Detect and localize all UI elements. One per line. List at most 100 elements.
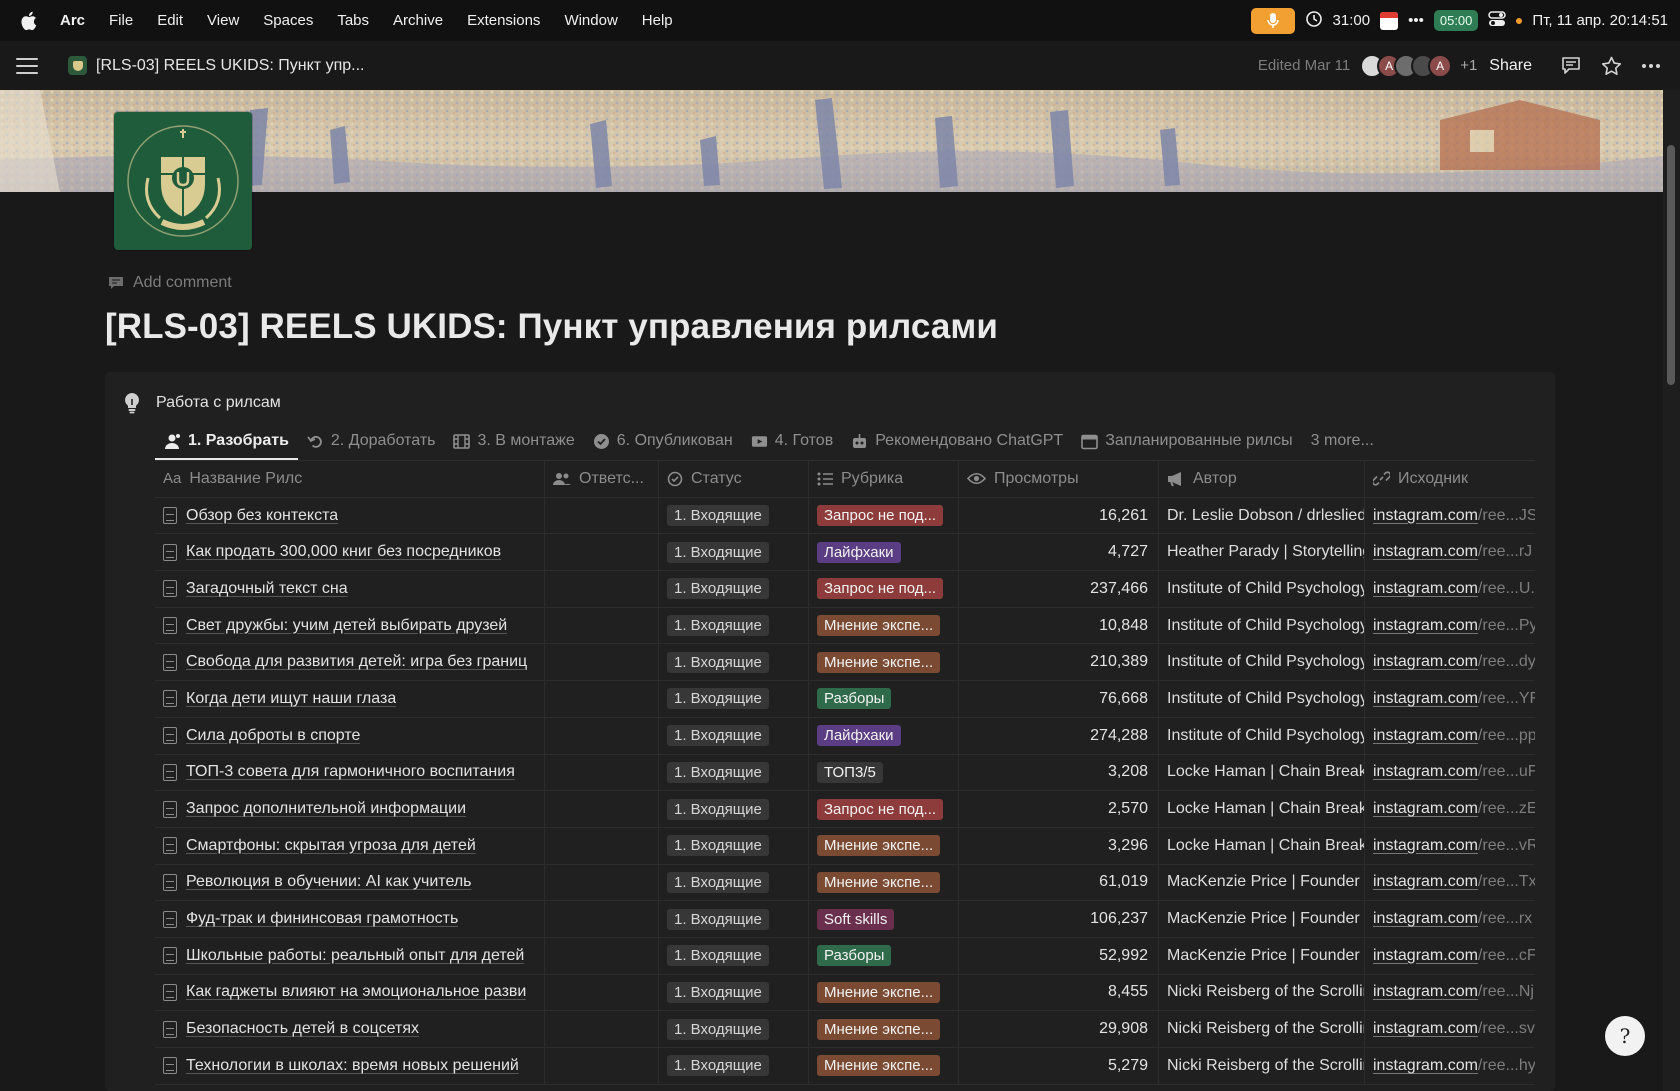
cell-author[interactable]: Dr. Leslie Dobson / drleslied xyxy=(1159,497,1365,534)
source-link-path[interactable]: /ree...cF xyxy=(1478,947,1535,965)
cell-status[interactable]: 1. Входящие xyxy=(659,717,809,754)
source-link-path[interactable]: /ree...uF xyxy=(1478,763,1535,781)
cell-title[interactable]: Загадочный текст сна xyxy=(155,571,545,607)
cell-rubric[interactable]: Мнение экспе... xyxy=(809,1048,959,1084)
reel-title[interactable]: Обзор без контекста xyxy=(186,507,338,525)
microphone-icon[interactable] xyxy=(1250,7,1295,34)
cell-source[interactable]: instagram.com/ree...Nj xyxy=(1365,975,1535,1011)
menu-help[interactable]: Help xyxy=(642,12,673,29)
cell-views[interactable]: 8,455 xyxy=(959,974,1159,1011)
collaborator-avatars[interactable]: A A xyxy=(1360,53,1453,78)
cell-source[interactable]: instagram.com/ree...cF xyxy=(1365,938,1535,974)
source-link-path[interactable]: /ree...U. xyxy=(1478,580,1535,598)
reel-title[interactable]: Фуд-трак и фининсовая грамотность xyxy=(186,910,458,928)
cell-views[interactable]: 4,727 xyxy=(959,534,1159,571)
cell-rubric[interactable]: Запрос не под... xyxy=(809,791,959,827)
cell-source[interactable]: instagram.com/ree...Py xyxy=(1365,608,1535,644)
reel-title[interactable]: ТОП-3 совета для гармоничного воспитания xyxy=(186,763,515,781)
cell-title[interactable]: Обзор без контекста xyxy=(155,497,545,534)
reel-title[interactable]: Запрос дополнительной информации xyxy=(186,800,466,818)
reel-title[interactable]: Технологии в школах: время новых решений xyxy=(186,1057,519,1075)
cell-responsible[interactable] xyxy=(545,791,659,827)
cell-author[interactable]: Heather Parady | Storytelling xyxy=(1159,534,1365,571)
cell-rubric[interactable]: Лайфхаки xyxy=(809,717,959,754)
cell-views[interactable]: 5,279 xyxy=(959,1048,1159,1084)
menu-extensions[interactable]: Extensions xyxy=(467,12,540,29)
cell-source[interactable]: instagram.com/ree...rJ xyxy=(1365,534,1535,570)
source-link-path[interactable]: /ree...JS xyxy=(1478,507,1535,525)
cell-views[interactable]: 76,668 xyxy=(959,681,1159,717)
cell-rubric[interactable]: Мнение экспе... xyxy=(809,607,959,644)
table-row[interactable]: Школьные работы: реальный опыт для детей… xyxy=(155,937,1535,975)
menu-arc[interactable]: Arc xyxy=(60,12,85,29)
add-comment-button[interactable]: Add comment xyxy=(108,274,232,292)
source-link-domain[interactable]: instagram.com xyxy=(1373,507,1478,525)
cell-status[interactable]: 1. Входящие xyxy=(659,681,809,717)
help-button[interactable]: ? xyxy=(1605,1016,1645,1056)
table-row[interactable]: Технологии в школах: время новых решений… xyxy=(155,1048,1535,1085)
reel-title[interactable]: Безопасность детей в соцсетях xyxy=(186,1020,419,1038)
cell-author[interactable]: Institute of Child Psychology xyxy=(1159,644,1365,681)
cell-responsible[interactable] xyxy=(545,497,659,534)
cell-views[interactable]: 3,296 xyxy=(959,827,1159,864)
reel-title[interactable]: Свобода для развития детей: игра без гра… xyxy=(186,653,527,671)
cell-source[interactable]: instagram.com/ree...YF xyxy=(1365,681,1535,717)
cell-responsible[interactable] xyxy=(545,901,659,937)
cell-status[interactable]: 1. Входящие xyxy=(659,864,809,901)
tab-zaplanirovannye[interactable]: Запланированные рилсы xyxy=(1072,422,1301,460)
cell-title[interactable]: Сила доброты в спорте xyxy=(155,717,545,754)
page-title[interactable]: [RLS-03] REELS UKIDS: Пункт управления р… xyxy=(105,307,998,347)
cell-title[interactable]: Как гаджеты влияют на эмоциональное разв… xyxy=(155,974,545,1011)
more-options-icon[interactable] xyxy=(1640,55,1662,77)
cell-status[interactable]: 1. Входящие xyxy=(659,607,809,644)
cell-views[interactable]: 10,848 xyxy=(959,607,1159,644)
cell-responsible[interactable] xyxy=(545,1011,659,1047)
source-link-domain[interactable]: instagram.com xyxy=(1373,800,1478,818)
table-row[interactable]: Сила доброты в спорте 1. Входящие Лайфхаки… xyxy=(155,717,1535,755)
reel-title[interactable]: Загадочный текст сна xyxy=(186,580,348,598)
cell-author[interactable]: Locke Haman | Chain Breaker xyxy=(1159,827,1365,864)
cell-rubric[interactable]: Разборы xyxy=(809,681,959,717)
cell-rubric[interactable]: Мнение экспе... xyxy=(809,864,959,901)
cell-title[interactable]: Школьные работы: реальный опыт для детей xyxy=(155,937,545,974)
comments-icon[interactable] xyxy=(1560,55,1582,77)
reel-title[interactable]: Как гаджеты влияют на эмоциональное разв… xyxy=(186,983,526,1001)
cell-source[interactable]: instagram.com/ree...U. xyxy=(1365,571,1535,607)
column-header-author[interactable]: Автор xyxy=(1159,461,1365,497)
source-link-domain[interactable]: instagram.com xyxy=(1373,1057,1478,1075)
cell-status[interactable]: 1. Входящие xyxy=(659,571,809,607)
tab-gotov[interactable]: 4. Готов xyxy=(742,422,842,460)
source-link-domain[interactable]: instagram.com xyxy=(1373,690,1478,708)
cell-views[interactable]: 106,237 xyxy=(959,901,1159,937)
source-link-domain[interactable]: instagram.com xyxy=(1373,763,1478,781)
cell-author[interactable]: Institute of Child Psychology xyxy=(1159,681,1365,717)
source-link-path[interactable]: /ree...vR xyxy=(1478,837,1535,855)
cell-author[interactable]: Locke Haman | Chain Breaker xyxy=(1159,791,1365,827)
cell-responsible[interactable] xyxy=(545,717,659,754)
table-row[interactable]: Смартфоны: скрытая угроза для детей 1. Вх… xyxy=(155,827,1535,865)
source-link-domain[interactable]: instagram.com xyxy=(1373,837,1478,855)
cell-source[interactable]: instagram.com/ree...uF xyxy=(1365,755,1535,791)
column-header-source[interactable]: Исходник xyxy=(1365,461,1535,497)
menu-bar-datetime[interactable]: Пт, 11 апр. 20:14:51 xyxy=(1532,12,1668,29)
more-dots-icon[interactable]: ••• xyxy=(1408,12,1424,29)
cell-title[interactable]: Свет дружбы: учим детей выбирать друзей xyxy=(155,607,545,644)
reel-title[interactable]: Революция в обучении: AI как учитель xyxy=(186,873,472,891)
menu-archive[interactable]: Archive xyxy=(393,12,443,29)
cell-rubric[interactable]: Мнение экспе... xyxy=(809,974,959,1011)
cell-status[interactable]: 1. Входящие xyxy=(659,827,809,864)
table-row[interactable]: Когда дети ищут наши глаза 1. Входящие Раз… xyxy=(155,681,1535,718)
cell-author[interactable]: Nicki Reisberg of the Scrolling xyxy=(1159,1011,1365,1047)
column-header-status[interactable]: Статус xyxy=(659,461,809,497)
source-link-path[interactable]: /ree...Py xyxy=(1478,617,1535,635)
column-header-rubric[interactable]: Рубрика xyxy=(809,461,959,497)
table-row[interactable]: Загадочный текст сна 1. Входящие Запрос не… xyxy=(155,571,1535,608)
cell-author[interactable]: Nicki Reisberg of the Scrolling xyxy=(1159,1048,1365,1084)
cell-status[interactable]: 1. Входящие xyxy=(659,1048,809,1084)
calendar-app-icon[interactable] xyxy=(1380,11,1399,30)
source-link-path[interactable]: /ree...Nj xyxy=(1478,983,1534,1001)
menu-edit[interactable]: Edit xyxy=(157,12,183,29)
cell-source[interactable]: instagram.com/ree...hy xyxy=(1365,1048,1535,1084)
cell-status[interactable]: 1. Входящие xyxy=(659,534,809,571)
cell-author[interactable]: Locke Haman | Chain Breaker xyxy=(1159,754,1365,791)
